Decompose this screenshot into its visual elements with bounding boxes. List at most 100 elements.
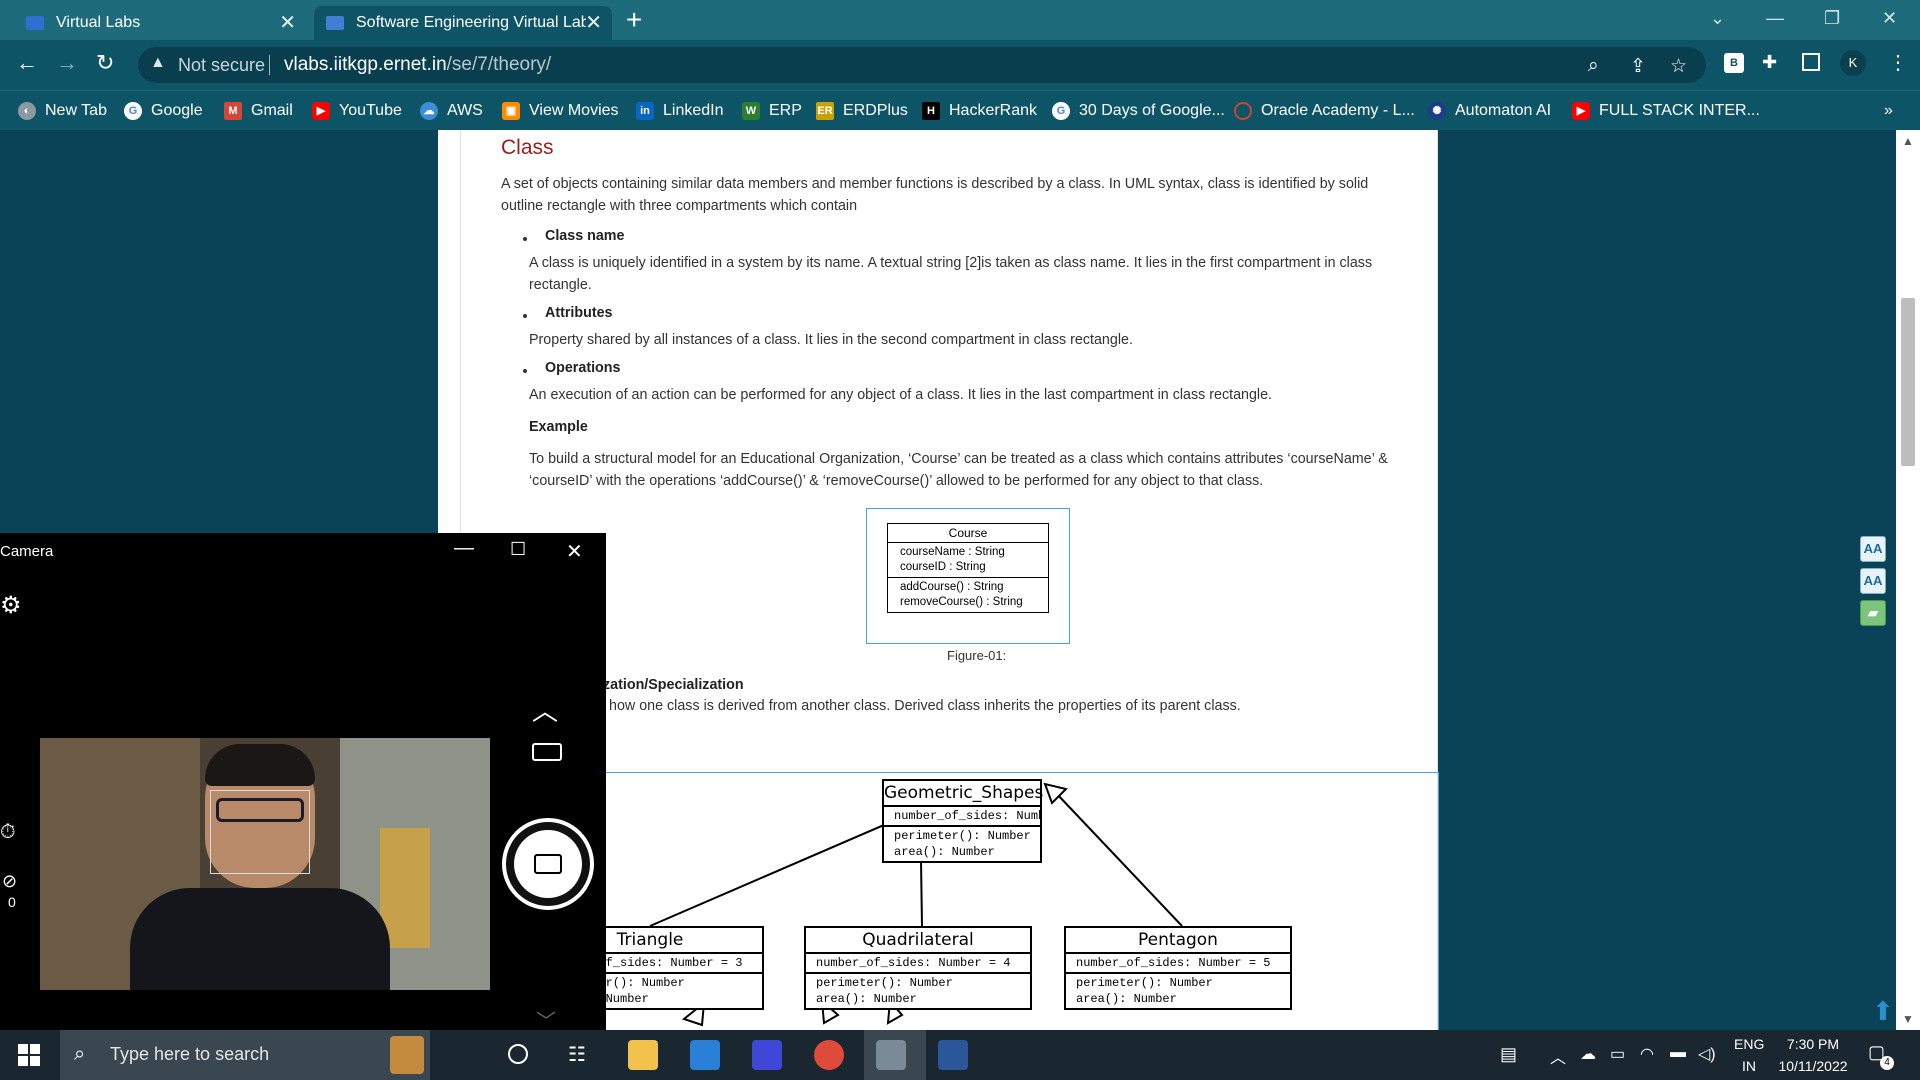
site-favicon-icon <box>26 16 44 30</box>
taskbar-search[interactable]: ⌕ Type here to search <box>60 1030 430 1080</box>
chevron-up-icon[interactable]: ︿ <box>532 691 558 728</box>
meet-icon[interactable]: ▭ <box>1610 1044 1625 1064</box>
side-panel-icon[interactable] <box>1802 53 1820 71</box>
page-scrollbar[interactable]: ▲ ▼ <box>1896 130 1920 1030</box>
bookmark-item[interactable]: ▶ FULL STACK INTER... <box>1572 101 1760 121</box>
reload-icon[interactable]: ↻ <box>96 52 114 74</box>
bookmark-label: LinkedIn <box>663 102 724 119</box>
settings-gear-icon[interactable]: ⚙ <box>0 591 22 620</box>
bookmark-item[interactable]: in LinkedIn <box>636 101 724 121</box>
back-to-top-icon[interactable]: ⬆ <box>1872 998 1894 1024</box>
battery-icon[interactable]: ▬ <box>1670 1044 1686 1062</box>
language-indicator[interactable]: ENG IN <box>1734 1036 1764 1074</box>
item-title-attributes: Attributes <box>545 305 613 321</box>
bookmark-label: Gmail <box>251 102 293 119</box>
close-window-icon[interactable]: ✕ <box>1882 8 1897 29</box>
bookmark-item[interactable]: ER ERDPlus <box>816 101 908 121</box>
video-mode-icon[interactable] <box>532 743 562 761</box>
uml-operations: perimeter(): Number area(): Number <box>1066 974 1290 1008</box>
scroll-thumb[interactable] <box>1901 298 1915 466</box>
camera-app-icon[interactable] <box>876 1040 906 1070</box>
file-explorer-icon[interactable] <box>628 1040 658 1070</box>
word-icon[interactable] <box>938 1040 968 1070</box>
clock-time: 7:30 PM <box>1786 1036 1840 1052</box>
uml-attribute: courseID : String <box>900 561 986 573</box>
bookmark-star-icon[interactable]: ☆ <box>1670 55 1687 78</box>
back-icon[interactable]: ← <box>16 52 38 74</box>
bookmark-item[interactable]: W ERP <box>742 101 802 121</box>
take-photo-button[interactable] <box>502 818 594 910</box>
bookmark-item[interactable]: ☁ AWS <box>420 101 483 121</box>
bookmark-item[interactable]: ▣ View Movies <box>502 101 619 121</box>
forward-icon[interactable]: → <box>56 52 78 74</box>
close-tab-icon[interactable]: ✕ <box>585 13 602 33</box>
minimize-icon[interactable]: — <box>454 537 474 560</box>
clock[interactable]: 7:30 PM 10/11/2022 <box>1776 1036 1850 1074</box>
font-increase-button[interactable]: AA <box>1860 536 1886 562</box>
wifi-icon[interactable]: ◠ <box>1640 1044 1654 1064</box>
bookmark-item[interactable]: ◐ New Tab <box>18 101 107 121</box>
volume-icon[interactable]: ◁) <box>1698 1044 1716 1064</box>
bookmark-item[interactable]: H HackerRank <box>922 101 1037 121</box>
onedrive-icon[interactable]: ☁ <box>1580 1044 1596 1064</box>
restore-icon[interactable]: ❐ <box>1824 8 1840 29</box>
maximize-icon[interactable]: ☐ <box>510 539 526 560</box>
search-highlight-icon <box>390 1036 424 1074</box>
menu-kebab-icon[interactable]: ⋮ <box>1888 50 1908 75</box>
font-decrease-button[interactable]: AA <box>1860 568 1886 594</box>
chrome-icon[interactable] <box>814 1040 844 1070</box>
profile-avatar[interactable]: K <box>1840 50 1866 76</box>
minimize-icon[interactable]: — <box>1766 8 1784 29</box>
uml-operation: area(): Number <box>1076 992 1177 1006</box>
generalization-diagram: Geometric_Shapes number_of_sides: Number… <box>461 772 1439 1030</box>
task-view-icon[interactable]: ☷ <box>568 1042 586 1067</box>
tab-virtual-labs[interactable]: Virtual Labs ✕ <box>14 6 306 40</box>
scroll-down-arrow-icon[interactable]: ▼ <box>1902 1012 1914 1026</box>
globe-icon: ◐ <box>18 102 36 120</box>
extensions-puzzle-icon[interactable]: ✚ <box>1762 52 1777 73</box>
bookmark-item[interactable]: ✺ Automaton AI <box>1428 101 1551 121</box>
tab-software-engineering[interactable]: Software Engineering Virtual Lab ✕ <box>314 6 612 40</box>
face-detection-box <box>210 790 310 874</box>
scroll-up-arrow-icon[interactable]: ▲ <box>1902 134 1914 148</box>
folder-icon[interactable]: ▰ <box>1860 600 1886 626</box>
gmail-icon: M <box>224 102 242 120</box>
intro-paragraph: A set of objects containing similar data… <box>501 176 1369 214</box>
uml-class-course: Course courseName : String courseID : St… <box>887 523 1049 613</box>
bookmarks-overflow-button[interactable]: » <box>1884 101 1893 121</box>
windows-start-icon[interactable] <box>18 1044 40 1066</box>
chevron-up-icon[interactable]: ︿ <box>1550 1044 1566 1068</box>
close-window-icon[interactable]: ✕ <box>566 539 583 564</box>
zoom-icon[interactable]: ⌕ <box>1588 55 1599 77</box>
tab-title: Virtual Labs <box>56 14 141 31</box>
self-timer-icon[interactable]: ⏱ <box>0 821 16 844</box>
news-icon[interactable]: ▤ <box>1500 1044 1517 1065</box>
omnibox[interactable]: ▲ Not secure vlabs.iitkgp.ernet.in/se/7/… <box>138 47 1706 83</box>
camera-shutter-icon <box>514 830 582 898</box>
camera-preview <box>40 738 490 990</box>
oracle-icon <box>1234 102 1252 120</box>
bookmark-label: FULL STACK INTER... <box>1599 102 1760 119</box>
bullet <box>523 314 527 318</box>
language-code: ENG <box>1734 1036 1765 1052</box>
mail-icon[interactable] <box>690 1040 720 1070</box>
tab-search-icon[interactable]: ⌄ <box>1710 8 1725 29</box>
cortana-icon[interactable] <box>508 1044 528 1064</box>
url-text[interactable]: vlabs.iitkgp.ernet.in/se/7/theory/ <box>284 54 551 76</box>
extension-b-icon[interactable]: B <box>1724 53 1744 73</box>
bookmark-item[interactable]: G Google <box>124 101 203 121</box>
uml-operations: perimeter(): Number area(): Number <box>806 974 1030 1008</box>
bookmark-item[interactable]: Oracle Academy - L... <box>1234 101 1415 121</box>
bullet <box>523 369 527 373</box>
bookmark-label: 30 Days of Google... <box>1079 102 1225 119</box>
bookmark-item[interactable]: ▶ YouTube <box>312 101 402 121</box>
security-status[interactable]: Not secure <box>178 55 265 76</box>
exposure-icon[interactable]: ⊘ <box>2 871 17 892</box>
bookmark-item[interactable]: G 30 Days of Google... <box>1052 101 1225 121</box>
camera-window: Camera — ☐ ✕ ⚙ ︿ ⏱ ⊘ 0 ﹀ <box>0 533 606 1033</box>
share-icon[interactable]: ⇪ <box>1630 55 1646 78</box>
pen-app-icon[interactable] <box>752 1040 782 1070</box>
new-tab-button[interactable]: + <box>626 6 642 34</box>
close-tab-icon[interactable]: ✕ <box>279 13 296 33</box>
bookmark-item[interactable]: M Gmail <box>224 101 293 121</box>
